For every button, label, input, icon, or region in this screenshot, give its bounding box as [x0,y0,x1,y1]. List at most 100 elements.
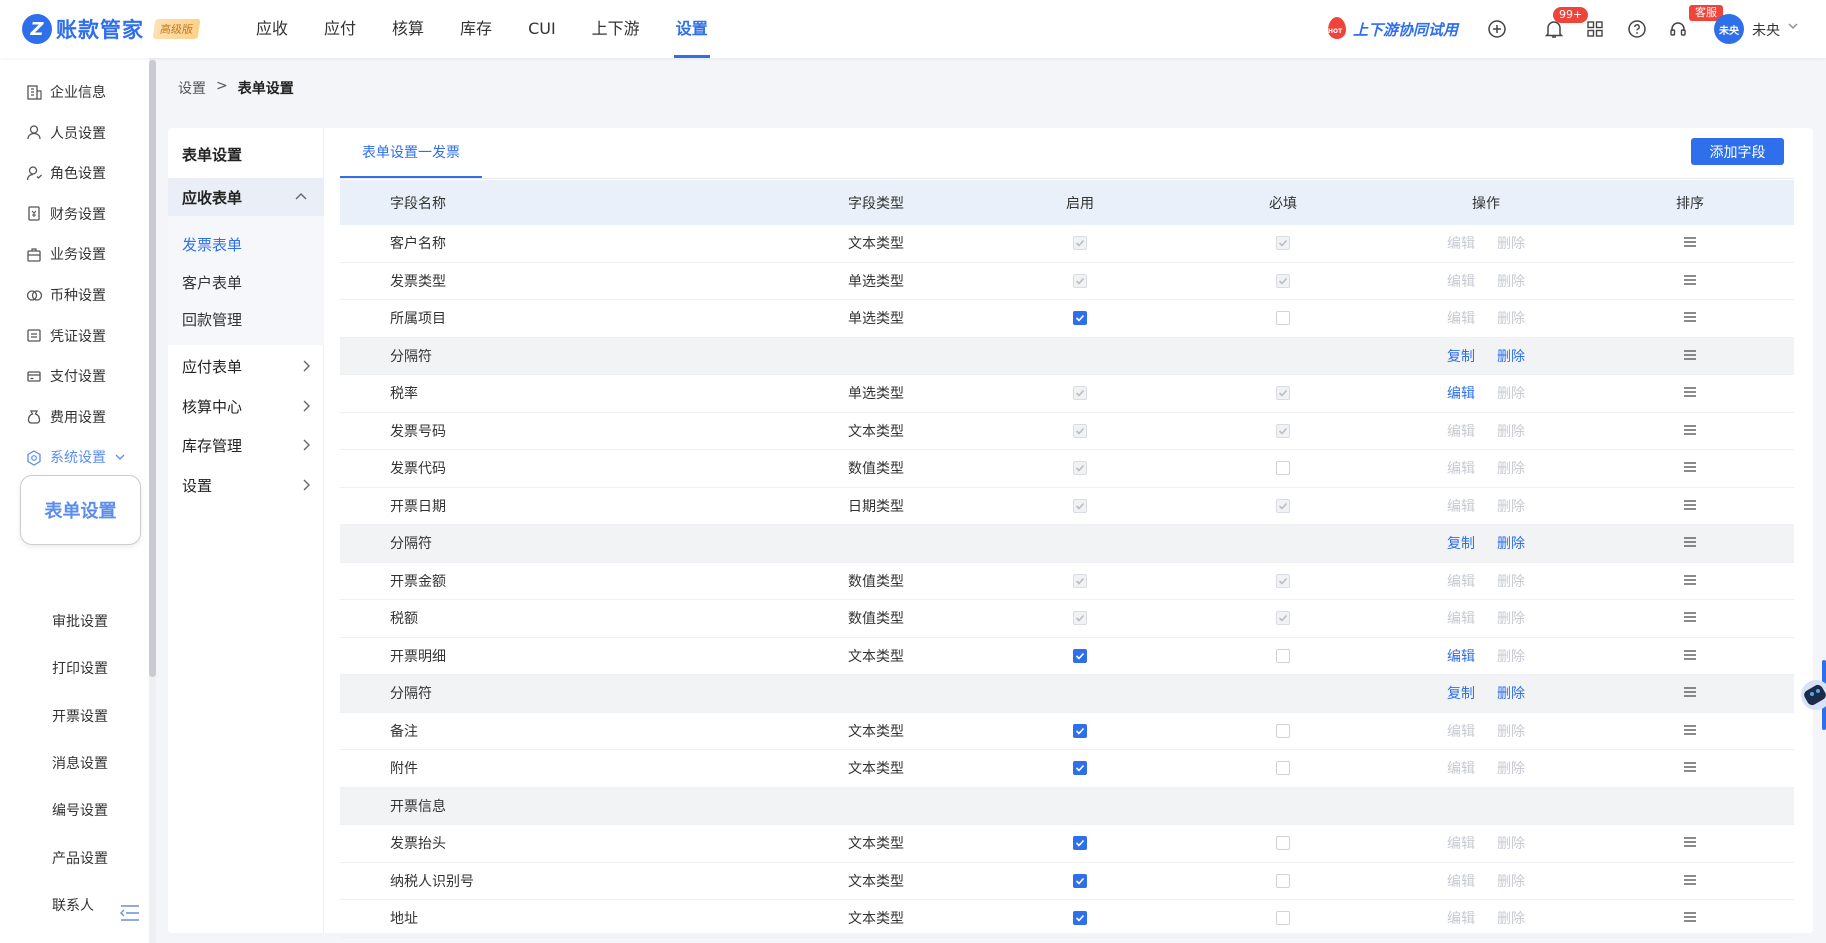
sidebar-subitem-2[interactable]: 开票设置 [52,706,108,726]
field-name: 开票明细 [390,648,446,665]
enabled-checkbox[interactable] [1073,723,1087,738]
sidebar-item-form-settings[interactable]: 表单设置 [20,475,141,545]
tab-invoice-form[interactable]: 表单设置一发票 [340,140,482,178]
copy-button[interactable]: 复制 [1447,346,1475,366]
sidebar-item-label: 财务设置 [50,206,106,223]
apps-grid-icon[interactable] [1584,18,1606,40]
field-name: 分隔符 [390,348,432,365]
required-checkbox[interactable] [1276,911,1290,926]
nav-tab-3[interactable]: 库存 [460,0,492,58]
drag-sort-icon[interactable] [1683,648,1697,664]
robot-assistant-icon[interactable] [1796,667,1826,723]
avatar[interactable]: 未央 [1714,14,1744,44]
subnav-leaf-0[interactable]: 发票表单 [182,234,242,255]
subnav-group-2[interactable]: 库存管理 [182,435,312,456]
enabled-checkbox[interactable] [1073,836,1087,851]
required-checkbox[interactable] [1276,836,1290,851]
drag-sort-icon[interactable] [1683,273,1697,289]
required-checkbox [1276,573,1290,588]
field-name: 发票抬头 [390,836,446,853]
headset-icon[interactable] [1667,18,1689,40]
sidebar-item-0[interactable]: 企业信息 [26,81,106,103]
subnav-group-1[interactable]: 核算中心 [182,396,312,417]
edit-button[interactable]: 编辑 [1447,646,1475,666]
required-checkbox[interactable] [1276,873,1290,888]
sidebar-item-9[interactable]: 系统设置 [26,446,134,468]
copy-button[interactable]: 复制 [1447,683,1475,703]
voucher-icon [26,327,50,344]
add-circle-icon[interactable] [1486,18,1508,40]
required-checkbox[interactable] [1276,648,1290,663]
drag-sort-icon[interactable] [1683,385,1697,401]
drag-sort-icon[interactable] [1683,460,1697,476]
sidebar-item-3[interactable]: 财务设置 [26,203,106,225]
sidebar-item-6[interactable]: 凭证设置 [26,325,106,347]
drag-sort-icon[interactable] [1683,535,1697,551]
sidebar-subitem-6[interactable]: 联系人 [52,895,94,915]
trial-link[interactable]: HOT 上下游协同试用 [1326,17,1458,41]
delete-button[interactable]: 删除 [1497,346,1525,366]
delete-button[interactable]: 删除 [1497,683,1525,703]
nav-tab-2[interactable]: 核算 [392,0,424,58]
enabled-checkbox[interactable] [1073,648,1087,663]
breadcrumb-root[interactable]: 设置 [178,78,206,98]
subnav-group-receivable[interactable]: 应收表单 [168,178,324,216]
app-logo[interactable]: Z 账款管家 高级版 [22,14,201,44]
drag-sort-icon[interactable] [1683,910,1697,926]
drag-sort-icon[interactable] [1683,723,1697,739]
col-header-enabled: 启用 [1066,195,1094,212]
subnav-group-3[interactable]: 设置 [182,475,312,496]
enabled-checkbox[interactable] [1073,911,1087,926]
nav-tab-0[interactable]: 应收 [256,0,288,58]
drag-sort-icon[interactable] [1683,760,1697,776]
help-icon[interactable] [1626,18,1648,40]
drag-sort-icon[interactable] [1683,873,1697,889]
sidebar-subitem-3[interactable]: 消息设置 [52,753,108,773]
subnav-group-label: 库存管理 [182,437,243,455]
nav-tab-5[interactable]: 上下游 [592,0,640,58]
drag-sort-icon[interactable] [1683,498,1697,514]
subnav-group-0[interactable]: 应付表单 [182,356,312,377]
sidebar-subitem-1[interactable]: 打印设置 [52,658,108,678]
required-checkbox[interactable] [1276,311,1290,326]
subnav-leaf-1[interactable]: 客户表单 [182,272,242,293]
drag-sort-icon[interactable] [1683,423,1697,439]
drag-sort-icon[interactable] [1683,348,1697,364]
nav-tab-1[interactable]: 应付 [324,0,356,58]
sidebar-item-1[interactable]: 人员设置 [26,122,106,144]
sidebar-subitem-4[interactable]: 编号设置 [52,800,108,820]
sidebar-item-2[interactable]: 角色设置 [26,162,106,184]
enabled-checkbox[interactable] [1073,873,1087,888]
required-checkbox[interactable] [1276,761,1290,776]
drag-sort-icon[interactable] [1683,835,1697,851]
sidebar-subitem-0[interactable]: 审批设置 [52,611,108,631]
edit-button[interactable]: 编辑 [1447,383,1475,403]
col-header-ops: 操作 [1472,195,1500,212]
sidebar-scrollbar[interactable] [149,60,156,677]
drag-sort-icon[interactable] [1683,610,1697,626]
add-field-button[interactable]: 添加字段 [1691,138,1784,165]
edit-button: 编辑 [1447,273,1475,290]
enabled-checkbox[interactable] [1073,311,1087,326]
drag-sort-icon[interactable] [1683,573,1697,589]
nav-tab-6[interactable]: 设置 [673,0,710,58]
subnav-leaf-2[interactable]: 回款管理 [182,309,242,330]
drag-sort-icon[interactable] [1683,310,1697,326]
sidebar-item-4[interactable]: 业务设置 [26,243,106,265]
sidebar-item-7[interactable]: 支付设置 [26,365,106,387]
required-checkbox[interactable] [1276,723,1290,738]
sidebar-item-8[interactable]: 费用设置 [26,406,106,428]
chevron-down-icon[interactable] [1787,20,1799,36]
required-checkbox[interactable] [1276,461,1290,476]
main-card: 表单设置 应收表单 发票表单 客户表单 回款管理 应付表单 核算中心 库存管理 设置 表单… [168,128,1813,938]
delete-button[interactable]: 删除 [1497,533,1525,553]
copy-button[interactable]: 复制 [1447,533,1475,553]
sidebar-subitem-5[interactable]: 产品设置 [52,848,108,868]
drag-sort-icon[interactable] [1683,235,1697,251]
sidebar-item-5[interactable]: 币种设置 [26,284,106,306]
enabled-checkbox[interactable] [1073,761,1087,776]
user-name[interactable]: 未央 [1752,20,1780,40]
collapse-menu-icon[interactable] [120,904,140,926]
nav-tab-4[interactable]: CUI [528,0,556,58]
drag-sort-icon[interactable] [1683,685,1697,701]
